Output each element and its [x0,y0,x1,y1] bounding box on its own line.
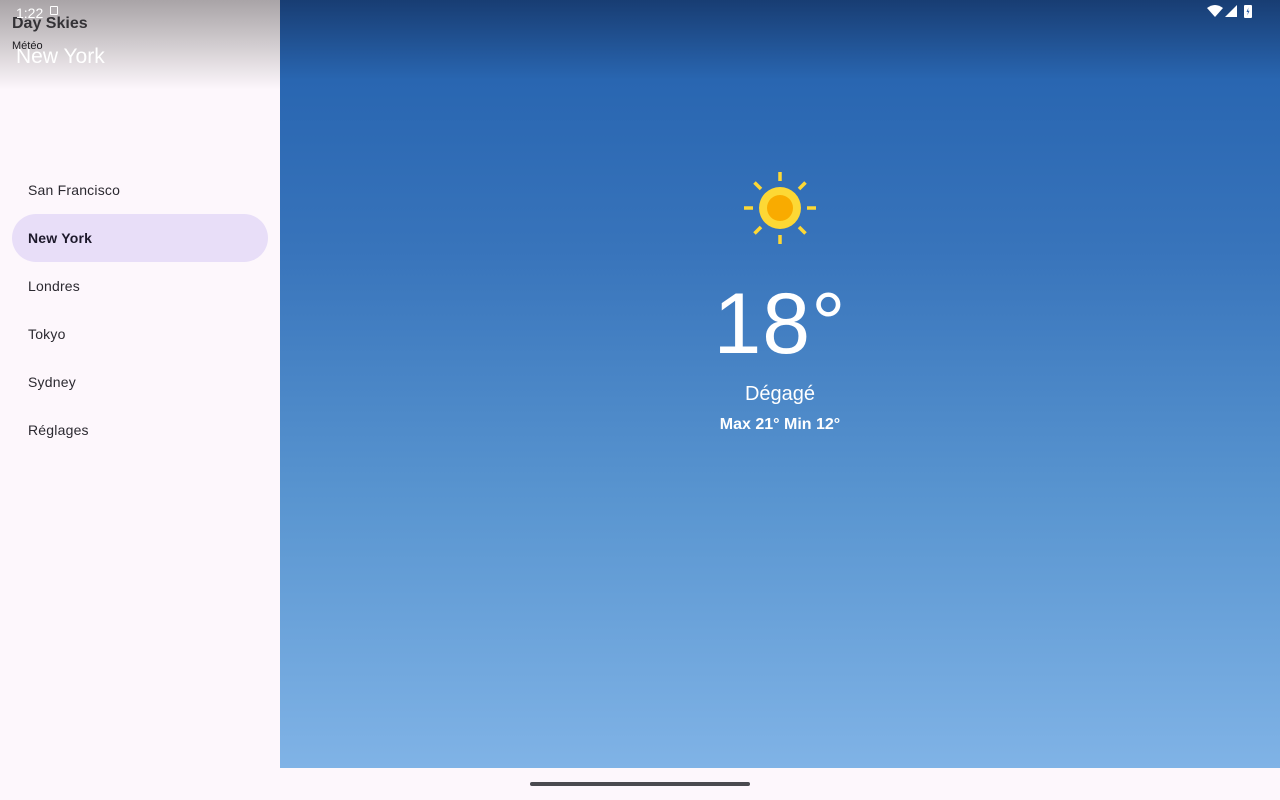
nav-item-san-francisco[interactable]: San Francisco [12,166,268,214]
navigation-drawer: New York Day Skies Météo San Francisco N… [0,0,280,768]
nav-item-tokyo[interactable]: Tokyo [12,310,268,358]
app-screen: 18° Dégagé Max 21° Min 12° New York Day … [0,0,1280,800]
temperature-range: Max 21° Min 12° [719,416,841,433]
sun-icon [744,172,816,244]
app-subtitle: Météo [12,40,43,52]
temperature-value: 18° [713,276,847,372]
screen-record-icon [50,6,58,15]
gesture-nav-handle[interactable] [530,782,750,786]
nav-item-settings[interactable]: Réglages [12,406,268,454]
city-nav-list: San Francisco New York Londres Tokyo Syd… [12,166,268,454]
wifi-icon [1207,5,1223,17]
status-icons [1207,5,1252,18]
nav-item-new-york[interactable]: New York [12,214,268,262]
weather-condition: Dégagé [744,383,816,405]
nav-item-londres[interactable]: Londres [12,262,268,310]
weather-panel: 18° Dégagé Max 21° Min 12° [280,0,1280,768]
nav-item-sydney[interactable]: Sydney [12,358,268,406]
status-time: 1:22 [16,5,44,21]
signal-icon [1225,5,1237,17]
